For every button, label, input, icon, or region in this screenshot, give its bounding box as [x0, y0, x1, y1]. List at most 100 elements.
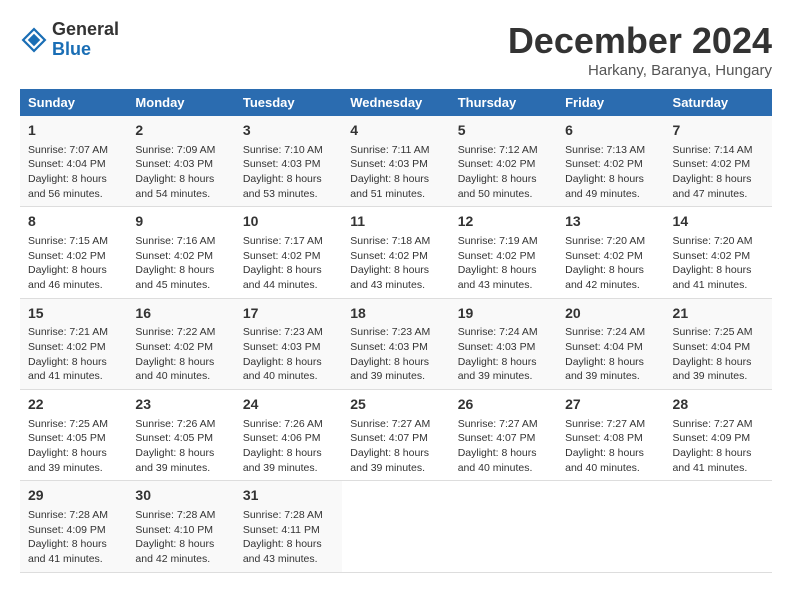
day-number: 21 [673, 304, 764, 324]
sunrise-text: Sunrise: 7:12 AM [458, 144, 538, 156]
sunrise-text: Sunrise: 7:24 AM [565, 326, 645, 338]
sunset-text: Sunset: 4:03 PM [135, 158, 213, 170]
sunset-text: Sunset: 4:06 PM [243, 432, 321, 444]
daylight-text: Daylight: 8 hours and 39 minutes. [350, 356, 429, 383]
month-title: December 2024 [508, 20, 772, 62]
sunset-text: Sunset: 4:07 PM [350, 432, 428, 444]
sunrise-text: Sunrise: 7:28 AM [28, 509, 108, 521]
sunrise-text: Sunrise: 7:16 AM [135, 235, 215, 247]
daylight-text: Daylight: 8 hours and 54 minutes. [135, 173, 214, 200]
daylight-text: Daylight: 8 hours and 40 minutes. [458, 447, 537, 474]
calendar-cell: 25 Sunrise: 7:27 AM Sunset: 4:07 PM Dayl… [342, 390, 449, 481]
sunset-text: Sunset: 4:03 PM [243, 341, 321, 353]
sunrise-text: Sunrise: 7:25 AM [28, 418, 108, 430]
calendar-cell: 20 Sunrise: 7:24 AM Sunset: 4:04 PM Dayl… [557, 298, 664, 389]
sunrise-text: Sunrise: 7:27 AM [350, 418, 430, 430]
location-subtitle: Harkany, Baranya, Hungary [508, 62, 772, 79]
sunset-text: Sunset: 4:11 PM [243, 524, 320, 536]
calendar-cell: 12 Sunrise: 7:19 AM Sunset: 4:02 PM Dayl… [450, 207, 557, 298]
sunrise-text: Sunrise: 7:23 AM [350, 326, 430, 338]
sunset-text: Sunset: 4:05 PM [28, 432, 106, 444]
day-number: 20 [565, 304, 656, 324]
daylight-text: Daylight: 8 hours and 41 minutes. [673, 447, 752, 474]
sunrise-text: Sunrise: 7:14 AM [673, 144, 753, 156]
sunset-text: Sunset: 4:02 PM [673, 158, 751, 170]
calendar-week-row: 15 Sunrise: 7:21 AM Sunset: 4:02 PM Dayl… [20, 298, 772, 389]
calendar-cell: 5 Sunrise: 7:12 AM Sunset: 4:02 PM Dayli… [450, 116, 557, 207]
sunset-text: Sunset: 4:09 PM [28, 524, 106, 536]
calendar-cell: 31 Sunrise: 7:28 AM Sunset: 4:11 PM Dayl… [235, 481, 342, 572]
sunrise-text: Sunrise: 7:22 AM [135, 326, 215, 338]
calendar-cell: 27 Sunrise: 7:27 AM Sunset: 4:08 PM Dayl… [557, 390, 664, 481]
sunrise-text: Sunrise: 7:28 AM [243, 509, 323, 521]
calendar-cell: 8 Sunrise: 7:15 AM Sunset: 4:02 PM Dayli… [20, 207, 127, 298]
daylight-text: Daylight: 8 hours and 44 minutes. [243, 264, 322, 291]
sunset-text: Sunset: 4:04 PM [673, 341, 751, 353]
calendar-cell: 1 Sunrise: 7:07 AM Sunset: 4:04 PM Dayli… [20, 116, 127, 207]
day-number: 18 [350, 304, 441, 324]
calendar-cell: 14 Sunrise: 7:20 AM Sunset: 4:02 PM Dayl… [665, 207, 772, 298]
day-number: 10 [243, 212, 334, 232]
column-header-sunday: Sunday [20, 89, 127, 116]
sunset-text: Sunset: 4:09 PM [673, 432, 751, 444]
column-header-friday: Friday [557, 89, 664, 116]
day-number: 31 [243, 486, 334, 506]
sunset-text: Sunset: 4:04 PM [565, 341, 643, 353]
sunset-text: Sunset: 4:07 PM [458, 432, 536, 444]
daylight-text: Daylight: 8 hours and 45 minutes. [135, 264, 214, 291]
day-number: 17 [243, 304, 334, 324]
sunset-text: Sunset: 4:03 PM [458, 341, 536, 353]
day-number: 22 [28, 395, 119, 415]
calendar-cell: 10 Sunrise: 7:17 AM Sunset: 4:02 PM Dayl… [235, 207, 342, 298]
page-header: General Blue December 2024 Harkany, Bara… [20, 20, 772, 79]
daylight-text: Daylight: 8 hours and 39 minutes. [135, 447, 214, 474]
sunset-text: Sunset: 4:02 PM [135, 341, 213, 353]
calendar-cell: 11 Sunrise: 7:18 AM Sunset: 4:02 PM Dayl… [342, 207, 449, 298]
calendar-cell: 21 Sunrise: 7:25 AM Sunset: 4:04 PM Dayl… [665, 298, 772, 389]
calendar-cell: 17 Sunrise: 7:23 AM Sunset: 4:03 PM Dayl… [235, 298, 342, 389]
calendar-cell: 13 Sunrise: 7:20 AM Sunset: 4:02 PM Dayl… [557, 207, 664, 298]
sunrise-text: Sunrise: 7:26 AM [135, 418, 215, 430]
daylight-text: Daylight: 8 hours and 39 minutes. [350, 447, 429, 474]
sunset-text: Sunset: 4:02 PM [458, 250, 536, 262]
day-number: 3 [243, 121, 334, 141]
day-number: 23 [135, 395, 226, 415]
calendar-cell: 3 Sunrise: 7:10 AM Sunset: 4:03 PM Dayli… [235, 116, 342, 207]
day-number: 7 [673, 121, 764, 141]
sunrise-text: Sunrise: 7:09 AM [135, 144, 215, 156]
daylight-text: Daylight: 8 hours and 39 minutes. [458, 356, 537, 383]
daylight-text: Daylight: 8 hours and 51 minutes. [350, 173, 429, 200]
sunrise-text: Sunrise: 7:11 AM [350, 144, 429, 156]
sunset-text: Sunset: 4:02 PM [673, 250, 751, 262]
sunset-text: Sunset: 4:02 PM [565, 250, 643, 262]
day-number: 24 [243, 395, 334, 415]
sunset-text: Sunset: 4:02 PM [565, 158, 643, 170]
sunrise-text: Sunrise: 7:27 AM [458, 418, 538, 430]
sunrise-text: Sunrise: 7:15 AM [28, 235, 108, 247]
column-header-wednesday: Wednesday [342, 89, 449, 116]
day-number: 4 [350, 121, 441, 141]
day-number: 1 [28, 121, 119, 141]
daylight-text: Daylight: 8 hours and 41 minutes. [28, 356, 107, 383]
calendar-week-row: 1 Sunrise: 7:07 AM Sunset: 4:04 PM Dayli… [20, 116, 772, 207]
calendar-cell: 30 Sunrise: 7:28 AM Sunset: 4:10 PM Dayl… [127, 481, 234, 572]
sunset-text: Sunset: 4:02 PM [135, 250, 213, 262]
sunset-text: Sunset: 4:03 PM [243, 158, 321, 170]
daylight-text: Daylight: 8 hours and 41 minutes. [28, 538, 107, 565]
calendar-cell: 6 Sunrise: 7:13 AM Sunset: 4:02 PM Dayli… [557, 116, 664, 207]
daylight-text: Daylight: 8 hours and 40 minutes. [243, 356, 322, 383]
logo: General Blue [20, 20, 119, 60]
day-number: 13 [565, 212, 656, 232]
logo-general-text: General [52, 19, 119, 39]
calendar-cell [665, 481, 772, 572]
daylight-text: Daylight: 8 hours and 53 minutes. [243, 173, 322, 200]
calendar-cell [557, 481, 664, 572]
sunrise-text: Sunrise: 7:28 AM [135, 509, 215, 521]
day-number: 28 [673, 395, 764, 415]
day-number: 8 [28, 212, 119, 232]
sunrise-text: Sunrise: 7:18 AM [350, 235, 430, 247]
sunset-text: Sunset: 4:02 PM [350, 250, 428, 262]
sunset-text: Sunset: 4:02 PM [458, 158, 536, 170]
calendar-cell: 19 Sunrise: 7:24 AM Sunset: 4:03 PM Dayl… [450, 298, 557, 389]
sunrise-text: Sunrise: 7:19 AM [458, 235, 538, 247]
